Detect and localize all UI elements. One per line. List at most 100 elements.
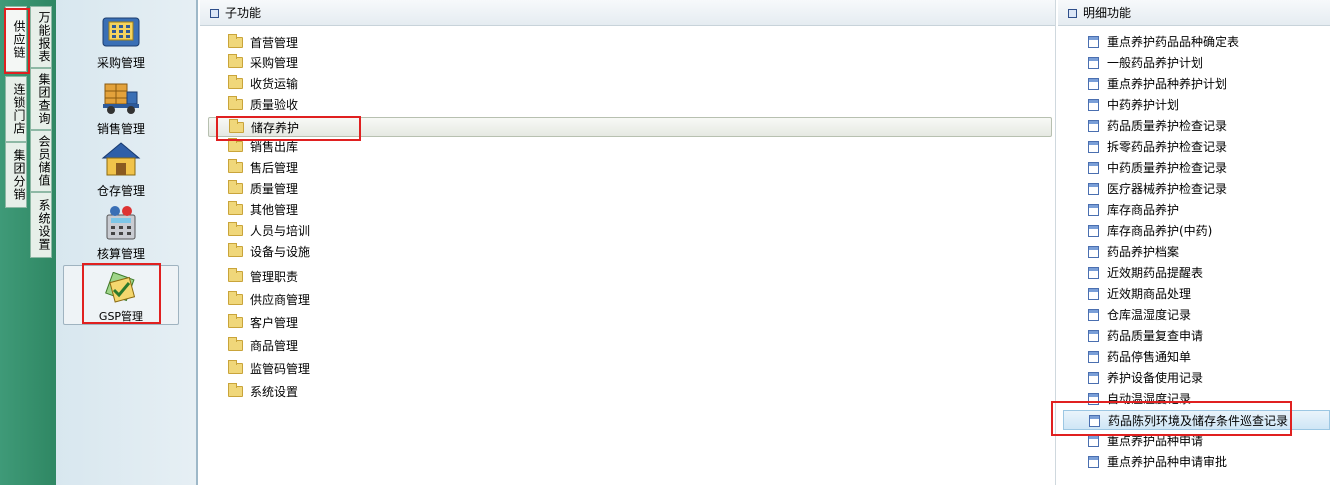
tab-member-stored-value[interactable]: 会员储值 bbox=[30, 130, 52, 192]
sub-function-label: 商品管理 bbox=[250, 339, 299, 353]
folder-icon bbox=[228, 180, 243, 194]
module-purchase[interactable]: 采购管理 bbox=[63, 12, 179, 71]
detail-function-label: 库存商品养护 bbox=[1107, 203, 1180, 217]
sub-function-item[interactable]: 采购管理 bbox=[228, 53, 298, 73]
detail-function-label: 药品停售通知单 bbox=[1107, 350, 1192, 364]
detail-function-item[interactable]: 一般药品养护计划 bbox=[1088, 53, 1203, 73]
detail-function-label: 库存商品养护(中药) bbox=[1107, 224, 1213, 238]
left-nav-strip: 供应链 连锁门店 集团分销 万能报表 集团查询 会员储值 系统设置 bbox=[0, 0, 56, 485]
sub-function-item[interactable]: 系统设置 bbox=[228, 382, 298, 402]
sub-function-item[interactable]: 设备与设施 bbox=[228, 242, 310, 262]
document-icon bbox=[1088, 162, 1099, 174]
sub-function-label: 首营管理 bbox=[250, 36, 299, 50]
document-icon bbox=[1088, 267, 1099, 279]
sub-function-label: 监管码管理 bbox=[250, 362, 311, 376]
module-accounting[interactable]: 核算管理 bbox=[63, 203, 179, 262]
detail-function-item[interactable]: 中药质量养护检查记录 bbox=[1088, 158, 1227, 178]
sub-function-item[interactable]: 其他管理 bbox=[228, 200, 298, 220]
document-icon bbox=[1088, 183, 1099, 195]
document-icon bbox=[1088, 204, 1099, 216]
detail-panel-title: 明细功能 bbox=[1083, 6, 1132, 20]
sub-function-label: 人员与培训 bbox=[250, 224, 311, 238]
sub-function-label: 质量管理 bbox=[250, 182, 299, 196]
module-panel: 采购管理 销售管理 仓存管理 核算管理 GSP管理 bbox=[56, 0, 198, 485]
folder-icon bbox=[228, 337, 243, 351]
sub-function-item[interactable]: 管理职责 bbox=[228, 267, 298, 287]
sub-function-item[interactable]: 质量管理 bbox=[228, 179, 298, 199]
detail-function-item[interactable]: 近效期药品提醒表 bbox=[1088, 263, 1203, 283]
folder-icon bbox=[228, 383, 243, 397]
folder-icon bbox=[228, 243, 243, 257]
tab-supply-chain[interactable]: 供应链 bbox=[5, 6, 27, 72]
sub-function-label: 管理职责 bbox=[250, 270, 299, 284]
detail-function-item[interactable]: 药品质量养护检查记录 bbox=[1088, 116, 1227, 136]
module-label: 销售管理 bbox=[96, 122, 145, 136]
detail-function-item[interactable]: 库存商品养护(中药) bbox=[1088, 221, 1212, 241]
detail-function-label: 药品陈列环境及储存条件巡查记录 bbox=[1108, 414, 1289, 428]
sub-function-label: 售后管理 bbox=[250, 161, 299, 175]
module-label: 采购管理 bbox=[96, 56, 145, 70]
module-sales[interactable]: 销售管理 bbox=[63, 78, 179, 137]
sub-function-item[interactable]: 供应商管理 bbox=[228, 290, 310, 310]
sub-function-label: 客户管理 bbox=[250, 316, 299, 330]
detail-function-item[interactable]: 中药养护计划 bbox=[1088, 95, 1179, 115]
sub-function-item[interactable]: 首营管理 bbox=[228, 33, 298, 53]
document-icon bbox=[1088, 372, 1099, 384]
detail-function-item[interactable]: 库存商品养护 bbox=[1088, 200, 1179, 220]
detail-function-label: 养护设备使用记录 bbox=[1107, 371, 1204, 385]
detail-function-label: 近效期商品处理 bbox=[1107, 287, 1192, 301]
document-icon bbox=[1088, 456, 1099, 468]
detail-function-item[interactable]: 近效期商品处理 bbox=[1088, 284, 1191, 304]
detail-function-item[interactable]: 拆零药品养护检查记录 bbox=[1088, 137, 1227, 157]
detail-function-label: 中药质量养护检查记录 bbox=[1107, 161, 1228, 175]
detail-function-item[interactable]: 养护设备使用记录 bbox=[1088, 368, 1203, 388]
sub-function-item[interactable]: 监管码管理 bbox=[228, 359, 310, 379]
gsp-icon bbox=[104, 271, 138, 306]
document-icon bbox=[1088, 141, 1099, 153]
detail-function-label: 药品养护档案 bbox=[1107, 245, 1180, 259]
sub-function-item[interactable]: 人员与培训 bbox=[228, 221, 310, 241]
folder-icon bbox=[228, 75, 243, 89]
detail-function-item[interactable]: 药品停售通知单 bbox=[1088, 347, 1191, 367]
detail-function-item[interactable]: 药品质量复查申请 bbox=[1088, 326, 1203, 346]
tab-universal-reports[interactable]: 万能报表 bbox=[30, 6, 52, 68]
tab-chain-stores[interactable]: 连锁门店 bbox=[5, 76, 27, 142]
calculator-icon bbox=[101, 203, 141, 243]
detail-function-item[interactable]: 重点养护品种申请 bbox=[1088, 431, 1203, 451]
detail-function-item[interactable]: 药品陈列环境及储存条件巡查记录 bbox=[1063, 410, 1330, 430]
sub-function-item[interactable]: 质量验收 bbox=[228, 95, 298, 115]
detail-function-item[interactable]: 重点养护品种养护计划 bbox=[1088, 74, 1227, 94]
tab-group-distribution[interactable]: 集团分销 bbox=[5, 142, 27, 208]
detail-function-item[interactable]: 自动温湿度记录 bbox=[1088, 389, 1191, 409]
sub-function-label: 其他管理 bbox=[250, 203, 299, 217]
detail-function-label: 中药养护计划 bbox=[1107, 98, 1180, 112]
detail-function-item[interactable]: 重点养护药品品种确定表 bbox=[1088, 32, 1239, 52]
sub-function-label: 系统设置 bbox=[250, 385, 299, 399]
detail-function-item[interactable]: 医疗器械养护检查记录 bbox=[1088, 179, 1227, 199]
module-gsp[interactable]: GSP管理 bbox=[63, 265, 179, 325]
detail-function-item[interactable]: 重点养护品种申请审批 bbox=[1088, 452, 1227, 472]
folder-icon bbox=[228, 201, 243, 215]
sub-panel-title: 子功能 bbox=[225, 6, 262, 20]
detail-function-item[interactable]: 仓库温湿度记录 bbox=[1088, 305, 1191, 325]
document-icon bbox=[1088, 36, 1099, 48]
sub-function-item[interactable]: 售后管理 bbox=[228, 158, 298, 178]
tab-system-settings[interactable]: 系统设置 bbox=[30, 192, 52, 258]
sub-function-label: 销售出库 bbox=[250, 140, 299, 154]
folder-icon bbox=[229, 119, 244, 133]
sub-function-item[interactable]: 储存养护 bbox=[208, 117, 1052, 137]
module-warehouse[interactable]: 仓存管理 bbox=[63, 140, 179, 199]
tab-group-query[interactable]: 集团查询 bbox=[30, 68, 52, 130]
document-icon bbox=[1088, 351, 1099, 363]
sub-function-item[interactable]: 商品管理 bbox=[228, 336, 298, 356]
detail-function-label: 近效期药品提醒表 bbox=[1107, 266, 1204, 280]
detail-function-item[interactable]: 药品养护档案 bbox=[1088, 242, 1179, 262]
sub-function-item[interactable]: 销售出库 bbox=[228, 137, 298, 157]
sub-function-item[interactable]: 客户管理 bbox=[228, 313, 298, 333]
sub-function-item[interactable]: 收货运输 bbox=[228, 74, 298, 94]
document-icon bbox=[1088, 246, 1099, 258]
document-icon bbox=[1088, 393, 1099, 405]
document-icon bbox=[1088, 288, 1099, 300]
document-icon bbox=[1088, 309, 1099, 321]
detail-function-label: 药品质量复查申请 bbox=[1107, 329, 1204, 343]
